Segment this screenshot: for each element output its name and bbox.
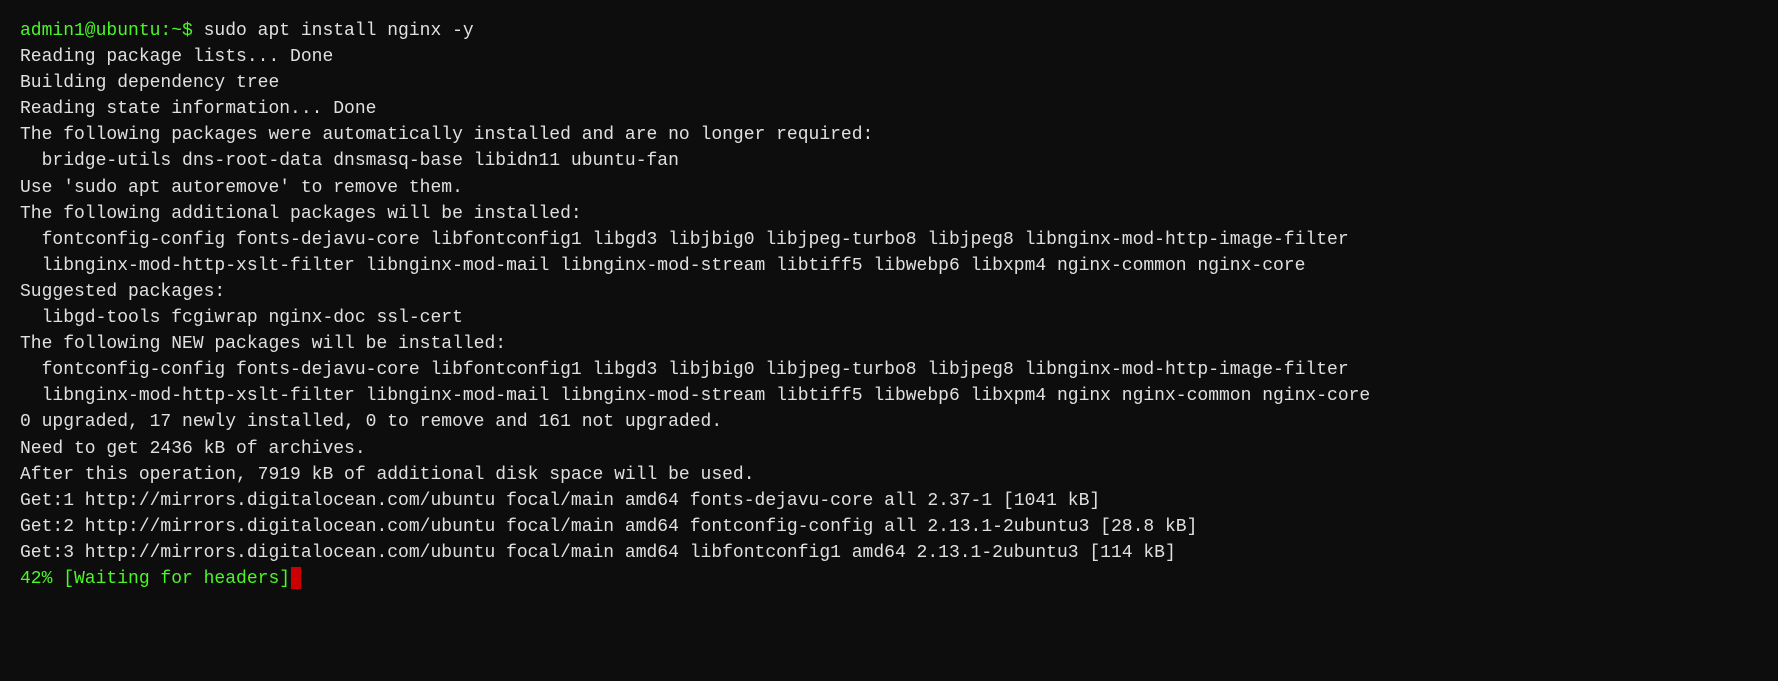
terminal-line: admin1@ubuntu:~$ sudo apt install nginx …: [20, 18, 1758, 44]
terminal-line: Need to get 2436 kB of archives.: [20, 436, 1758, 462]
terminal-line: fontconfig-config fonts-dejavu-core libf…: [20, 227, 1758, 253]
terminal-line: Reading package lists... Done: [20, 44, 1758, 70]
terminal-line: The following additional packages will b…: [20, 201, 1758, 227]
progress-text: 42% [Waiting for headers]: [20, 569, 290, 589]
prompt-command: sudo apt install nginx -y: [193, 21, 474, 41]
terminal-line: libnginx-mod-http-xslt-filter libnginx-m…: [20, 383, 1758, 409]
terminal-line: bridge-utils dns-root-data dnsmasq-base …: [20, 148, 1758, 174]
terminal-line: 42% [Waiting for headers]: [20, 566, 1758, 592]
terminal-line: fontconfig-config fonts-dejavu-core libf…: [20, 357, 1758, 383]
terminal-line: Suggested packages:: [20, 279, 1758, 305]
terminal-line: The following packages were automaticall…: [20, 122, 1758, 148]
terminal-line: Get:2 http://mirrors.digitalocean.com/ub…: [20, 514, 1758, 540]
terminal-line: Get:3 http://mirrors.digitalocean.com/ub…: [20, 540, 1758, 566]
terminal-line: Building dependency tree: [20, 70, 1758, 96]
terminal-line: libnginx-mod-http-xslt-filter libnginx-m…: [20, 253, 1758, 279]
terminal-line: After this operation, 7919 kB of additio…: [20, 462, 1758, 488]
terminal-line: Get:1 http://mirrors.digitalocean.com/ub…: [20, 488, 1758, 514]
terminal-window: admin1@ubuntu:~$ sudo apt install nginx …: [20, 18, 1758, 592]
terminal-line: The following NEW packages will be insta…: [20, 331, 1758, 357]
terminal-cursor: [291, 567, 301, 589]
terminal-line: Reading state information... Done: [20, 96, 1758, 122]
terminal-line: Use 'sudo apt autoremove' to remove them…: [20, 175, 1758, 201]
terminal-line: libgd-tools fcgiwrap nginx-doc ssl-cert: [20, 305, 1758, 331]
prompt-username: admin1@ubuntu:~$: [20, 21, 193, 41]
terminal-line: 0 upgraded, 17 newly installed, 0 to rem…: [20, 409, 1758, 435]
